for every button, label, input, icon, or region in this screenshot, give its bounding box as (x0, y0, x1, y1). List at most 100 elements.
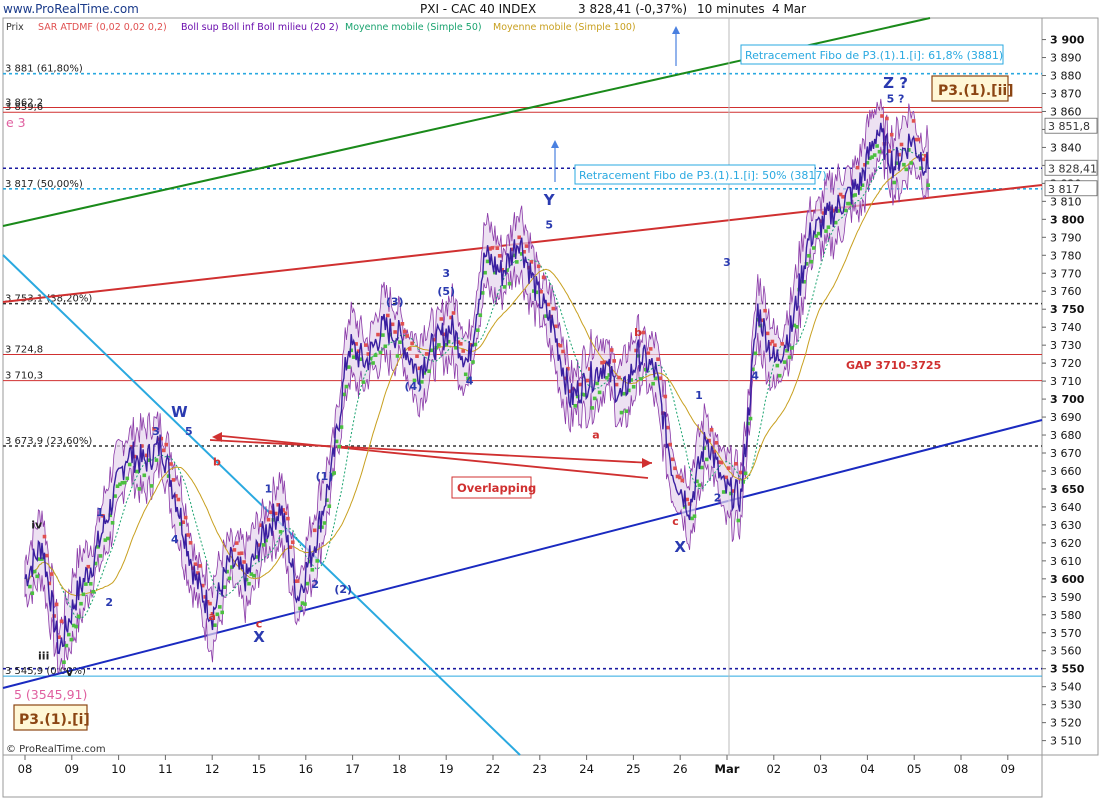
sar-dot (639, 377, 643, 381)
sar-dot (213, 623, 217, 627)
sar-dot (875, 144, 879, 148)
wave-label: 2 (105, 596, 113, 609)
x-tick-label: 18 (392, 762, 407, 776)
sar-dot (855, 165, 860, 170)
site-url[interactable]: www.ProRealTime.com (3, 2, 139, 16)
wave-label: iii (38, 650, 49, 663)
y-tick-label: 3 900 (1050, 34, 1085, 47)
wave-label: 3 (442, 267, 450, 280)
sar-dot (261, 543, 266, 547)
sar-dot (50, 572, 54, 576)
sar-dot (67, 632, 71, 637)
sar-dot (551, 306, 556, 311)
sar-dot (164, 442, 168, 447)
x-tick-label: 03 (813, 762, 828, 776)
sar-dot (692, 514, 697, 518)
y-tick-label: 3 630 (1050, 519, 1082, 532)
sar-dot (904, 167, 909, 172)
sar-dot (162, 448, 166, 453)
wave-label: 3 (152, 425, 160, 438)
y-tick-label: 3 800 (1050, 213, 1085, 226)
y-tick-label: 3 810 (1050, 195, 1082, 208)
sar-dot (74, 624, 78, 629)
sar-dot (303, 602, 307, 606)
wave-label: 4 (171, 533, 179, 546)
sar-dot (824, 229, 828, 233)
sar-dot (483, 270, 487, 275)
sar-dot (668, 442, 672, 447)
sar-dot (885, 116, 889, 121)
sar-dot (76, 614, 81, 619)
sar-dot (154, 458, 159, 462)
sar-dot (648, 347, 653, 351)
level-label: 3 724,8 (5, 345, 43, 356)
sar-dot (911, 119, 916, 123)
sar-dot (841, 195, 845, 199)
sar-dot (558, 343, 563, 348)
x-tick-label: 26 (673, 762, 688, 776)
sar-dot (641, 330, 646, 335)
wave-label: c (672, 515, 679, 528)
sar-dot (28, 584, 32, 589)
sar-dot (405, 334, 409, 338)
sar-dot (585, 378, 590, 383)
sar-dot (497, 254, 502, 258)
sar-dot (395, 354, 400, 358)
sar-dot (322, 521, 327, 525)
sar-dot (410, 341, 414, 346)
sar-dot (902, 162, 906, 167)
sar-dot (110, 521, 115, 525)
sar-dot (807, 254, 811, 258)
x-tick-label: 10 (111, 762, 126, 776)
sar-dot (373, 353, 378, 357)
sar-dot (407, 347, 412, 351)
sar-dot (461, 349, 465, 353)
wave-label: 4 (466, 375, 474, 388)
x-tick-label: 23 (532, 762, 547, 776)
sar-dot (312, 528, 317, 533)
sar-dot (578, 382, 582, 387)
y-tick-label: 3 780 (1050, 249, 1082, 262)
sar-dot (809, 259, 814, 264)
level-label: 3 817 (50,00%) (5, 179, 83, 190)
sar-dot (400, 322, 405, 326)
y-tick-label: 3 550 (1050, 663, 1085, 676)
sar-dot (127, 462, 132, 467)
sar-dot (242, 560, 246, 564)
sar-dot (439, 317, 444, 321)
sar-dot (42, 534, 47, 539)
sar-dot (315, 559, 319, 563)
header-symbol: PXI - CAC 40 INDEX (420, 2, 536, 16)
sar-dot (490, 246, 495, 250)
sar-dot (777, 373, 782, 378)
wave-label: v (66, 666, 74, 679)
sar-dot (916, 137, 921, 142)
x-tick-label: Mar (715, 762, 740, 776)
sar-dot (787, 355, 792, 360)
sar-dot (573, 404, 577, 408)
level-label: 3 859,6 (5, 102, 43, 113)
x-tick-label: 25 (626, 762, 641, 776)
y-tick-label: 3 510 (1050, 735, 1082, 748)
sar-dot (149, 484, 154, 488)
wave-label: 1 (265, 483, 273, 496)
sar-dot (795, 325, 799, 329)
sar-dot (79, 601, 83, 606)
y-tick-label: 3 600 (1050, 573, 1085, 586)
sar-dot (853, 193, 857, 197)
level-label: 3 545,9 (0,00%) (5, 666, 86, 677)
legend-sar: SAR ATDMF (0,02 0,02 0,2) (38, 22, 167, 33)
y-tick-label: 3 870 (1050, 87, 1082, 100)
y-tick-label: 3 560 (1050, 645, 1082, 658)
sar-dot (378, 350, 383, 355)
sar-dot (780, 342, 784, 346)
sar-dot (495, 246, 500, 250)
sar-dot (765, 331, 770, 336)
y-tick-label: 3 660 (1050, 465, 1082, 478)
level-label: 3 881 (61,80%) (5, 64, 83, 75)
sar-dot (753, 351, 758, 356)
sar-dot (502, 285, 507, 289)
x-tick-label: 05 (907, 762, 922, 776)
sar-dot (142, 473, 147, 478)
sar-dot (339, 425, 344, 429)
